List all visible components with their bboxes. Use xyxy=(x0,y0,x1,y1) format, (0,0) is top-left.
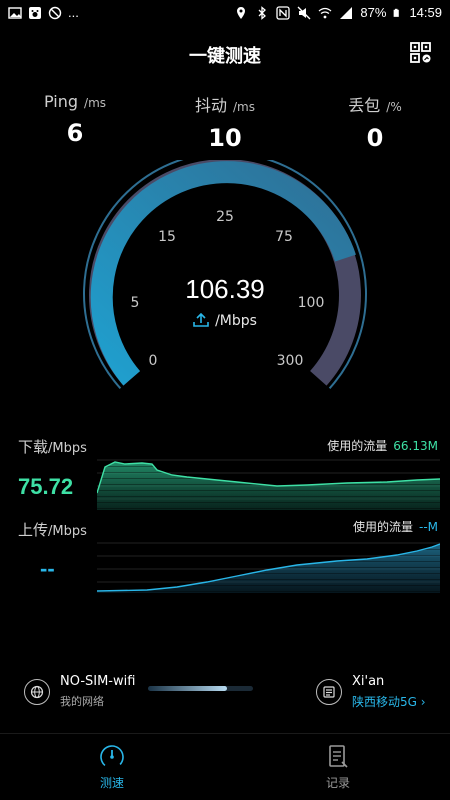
upload-chart xyxy=(97,542,440,593)
download-usage: 使用的流量 66.13M xyxy=(327,437,438,454)
gauge-tick: 15 xyxy=(158,229,176,245)
progress-fill xyxy=(148,686,227,691)
tab-label: 测速 xyxy=(99,776,124,790)
upload-usage-value: --M xyxy=(418,520,438,534)
network-sub: 我的网络 xyxy=(60,695,104,708)
download-value: 75.72 xyxy=(18,474,74,499)
qr-code-icon[interactable] xyxy=(410,42,432,64)
test-progress-bar xyxy=(148,686,253,691)
carrier-row: 陕西移动5G › xyxy=(352,693,426,710)
location-icon xyxy=(237,6,246,19)
speed-unit: /Mbps xyxy=(215,313,257,329)
no-disturb-icon xyxy=(48,6,62,19)
download-label: 下载/Mbps xyxy=(18,436,87,457)
metric-ping: Ping/ms 6 xyxy=(0,92,150,147)
battery-percent: 87% xyxy=(360,5,387,20)
download-title: 下载 xyxy=(18,438,49,456)
tab-speed-test[interactable]: 测速 xyxy=(72,744,152,791)
signal-icon xyxy=(340,6,353,19)
clock: 14:59 xyxy=(409,5,442,20)
speed-unit-row: /Mbps xyxy=(0,312,450,329)
metric-unit: /ms xyxy=(233,100,255,114)
bluetooth-icon xyxy=(258,5,267,20)
metric-value: 0 xyxy=(366,124,384,152)
upload-usage: 使用的流量 --M xyxy=(353,518,438,535)
metric-value: 10 xyxy=(208,124,242,152)
server-location[interactable]: Xi'an 陕西移动5G › xyxy=(316,674,426,710)
globe-icon xyxy=(24,678,50,705)
page-title: 一键测速 xyxy=(189,46,261,67)
gauge-tick: 75 xyxy=(275,229,293,245)
download-usage-value: 66.13M xyxy=(393,439,438,453)
bottom-nav: 测速 记录 xyxy=(0,733,450,800)
gauge-tick: 300 xyxy=(277,353,304,369)
status-bar: ... 87% 14:59 xyxy=(0,0,450,28)
record-icon xyxy=(329,745,348,768)
tab-records[interactable]: 记录 xyxy=(298,744,378,791)
upload-usage-label: 使用的流量 xyxy=(352,520,413,534)
location-name: Xi'an xyxy=(352,674,385,689)
server-icon xyxy=(316,679,342,705)
upload-title: 上传 xyxy=(18,521,49,539)
metric-unit: /% xyxy=(386,100,402,114)
download-usage-label: 使用的流量 xyxy=(327,439,388,453)
metric-label: 丢包 xyxy=(348,96,381,115)
upload-icon xyxy=(193,312,209,327)
more-notifications: ... xyxy=(68,5,79,20)
chevron-right-icon: › xyxy=(416,695,426,709)
metric-unit: /ms xyxy=(84,96,107,110)
metric-label: 抖动 xyxy=(195,96,228,115)
mute-icon xyxy=(297,6,311,19)
upload-value: -- xyxy=(40,556,55,581)
my-network[interactable]: NO-SIM-wifi 我的网络 xyxy=(24,674,135,709)
metric-label: Ping xyxy=(43,92,79,111)
speedometer-icon xyxy=(100,745,124,769)
upload-label: 上传/Mbps xyxy=(18,519,87,540)
current-speed: 106.39 xyxy=(185,274,265,304)
gauge-tick: 0 xyxy=(149,353,158,369)
battery-icon xyxy=(394,8,400,17)
upload-unit: /Mbps xyxy=(48,524,87,539)
image-icon xyxy=(8,6,22,19)
download-chart xyxy=(97,459,440,510)
metric-value: 6 xyxy=(66,119,84,147)
download-area-stripes xyxy=(97,462,440,510)
carrier-name: 陕西移动5G xyxy=(352,695,417,709)
tab-label: 记录 xyxy=(325,776,350,790)
wifi-icon xyxy=(319,7,332,18)
nfc-icon xyxy=(276,5,291,20)
network-name: NO-SIM-wifi xyxy=(60,674,136,689)
download-unit: /Mbps xyxy=(48,441,87,456)
baidu-paw-icon xyxy=(29,6,41,19)
metric-packet-loss: 丢包 /% 0 xyxy=(300,92,450,152)
gauge-tick: 25 xyxy=(216,209,234,225)
metric-jitter: 抖动/ms 10 xyxy=(150,92,300,152)
